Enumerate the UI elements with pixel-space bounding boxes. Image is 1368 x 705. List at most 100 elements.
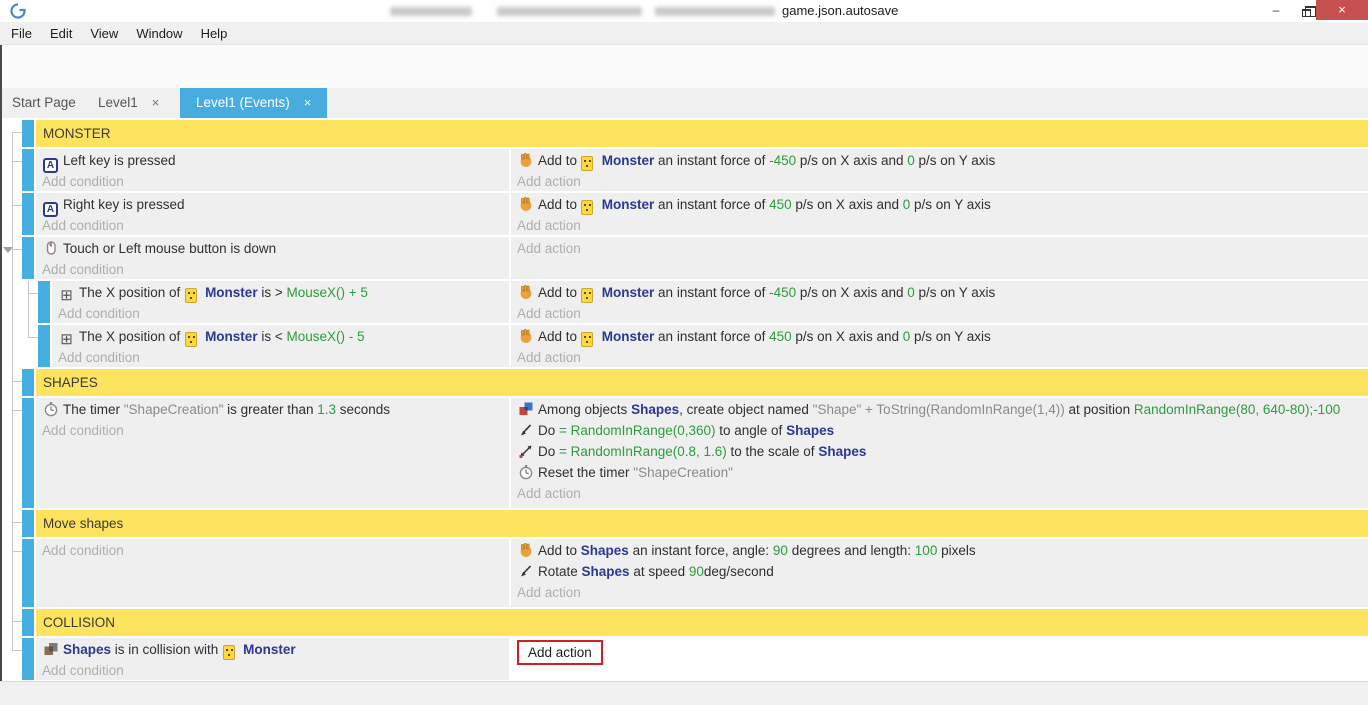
actions-cell[interactable]: Among objects Shapes, create object name… [511, 398, 1368, 508]
condition-line[interactable]: ALeft key is pressed [42, 150, 503, 171]
event-select-bar[interactable] [22, 609, 34, 636]
tab-label: Level1 [98, 95, 138, 110]
event-select-bar[interactable] [22, 369, 34, 396]
add-condition-placeholder[interactable]: Add condition [42, 420, 503, 441]
conditions-cell[interactable]: Shapes is in collision with MonsterAdd c… [36, 638, 509, 680]
add-action-placeholder[interactable]: Add action [517, 483, 1362, 504]
add-action-placeholder[interactable]: Add action [517, 171, 1362, 191]
text-segment: an instant force of [654, 329, 769, 344]
event-select-bar[interactable] [22, 193, 34, 235]
create-object-icon [517, 401, 534, 417]
object-name: Monster [602, 285, 655, 300]
event-select-bar[interactable] [22, 638, 34, 680]
text-segment: Touch or Left mouse button is down [63, 241, 276, 256]
action-line[interactable]: Do = RandomInRange(0.8, 1.6) to the scal… [517, 441, 1362, 462]
object-name: Monster [602, 197, 655, 212]
add-action-placeholder[interactable]: Add action [517, 238, 1362, 259]
conditions-cell[interactable]: ⊞The X position of Monster is > MouseX()… [52, 281, 509, 323]
condition-line[interactable]: ⊞The X position of Monster is < MouseX()… [58, 326, 503, 347]
add-condition-placeholder[interactable]: Add condition [42, 215, 503, 235]
object-name: Shapes [818, 444, 866, 459]
gdevelop-window: game.json.autosave – × FileEditViewWindo… [0, 0, 1368, 705]
action-line[interactable]: Add to Monster an instant force of 450 p… [517, 326, 1362, 347]
event-group-header[interactable]: Move shapes [36, 510, 1368, 537]
condition-line[interactable]: Shapes is in collision with Monster [42, 639, 503, 660]
event-select-bar[interactable] [22, 398, 34, 508]
object-name: Monster [243, 642, 296, 657]
condition-line[interactable]: The timer "ShapeCreation" is greater tha… [42, 399, 503, 420]
add-condition-placeholder[interactable]: Add condition [58, 303, 503, 323]
action-line[interactable]: Add to Monster an instant force of -450 … [517, 150, 1362, 171]
add-action-placeholder[interactable]: Add action [517, 582, 1362, 603]
tab-close-icon[interactable]: × [304, 95, 312, 110]
monster-icon [581, 329, 598, 345]
menu-help[interactable]: Help [192, 22, 237, 45]
conditions-cell[interactable]: Touch or Left mouse button is down Add co… [36, 237, 509, 279]
text-segment: RandomInRange(80, 640-80);-100 [1134, 402, 1340, 417]
close-button[interactable]: × [1316, 0, 1368, 20]
event-select-bar[interactable] [22, 149, 34, 191]
add-condition-placeholder[interactable]: Add condition [42, 540, 503, 561]
conditions-cell[interactable]: Add condition [36, 539, 509, 607]
conditions-cell[interactable]: ARight key is pressedAdd condition [36, 193, 509, 235]
add-condition-placeholder[interactable]: Add condition [58, 347, 503, 367]
conditions-cell[interactable]: ALeft key is pressedAdd condition [36, 149, 509, 191]
menu-edit[interactable]: Edit [41, 22, 81, 45]
actions-cell[interactable]: Add to Monster an instant force of -450 … [511, 149, 1368, 191]
add-action-placeholder[interactable]: Add action [517, 640, 603, 665]
actions-cell[interactable]: Add to Shapes an instant force, angle: 9… [511, 539, 1368, 607]
action-line[interactable]: Among objects Shapes, create object name… [517, 399, 1362, 420]
tab-level1[interactable]: Level1 × [98, 88, 159, 118]
object-name: Shapes [63, 642, 111, 657]
position-icon: ⊞ [58, 285, 75, 301]
add-condition-placeholder[interactable]: Add condition [42, 259, 503, 279]
text-segment: is > [258, 285, 287, 300]
actions-cell[interactable]: Add to Monster an instant force of -450 … [511, 281, 1368, 323]
toolbar [0, 45, 1368, 88]
event-select-bar[interactable] [38, 325, 50, 367]
gdevelop-logo-icon [10, 3, 26, 19]
action-line[interactable]: Do = RandomInRange(0,360) to angle of Sh… [517, 420, 1362, 441]
event-group-header[interactable]: MONSTER [36, 120, 1368, 147]
condition-line[interactable]: ⊞The X position of Monster is > MouseX()… [58, 282, 503, 303]
object-name: Monster [602, 329, 655, 344]
minimize-button[interactable]: – [1262, 0, 1290, 20]
text-segment: Do [538, 423, 559, 438]
add-condition-placeholder[interactable]: Add condition [42, 660, 503, 680]
menu-view[interactable]: View [81, 22, 127, 45]
text-segment: Among objects [538, 402, 631, 417]
actions-cell[interactable]: Add action [511, 638, 1368, 680]
text-segment: at position [1065, 402, 1134, 417]
action-line[interactable]: Reset the timer "ShapeCreation" [517, 462, 1362, 483]
event-group-header[interactable]: SHAPES [36, 369, 1368, 396]
text-segment: Rotate [538, 564, 582, 579]
menu-window[interactable]: Window [127, 22, 191, 45]
add-action-placeholder[interactable]: Add action [517, 303, 1362, 323]
text-segment: "Shape" + ToString(RandomInRange(1,4)) [813, 402, 1065, 417]
event-select-bar[interactable] [38, 281, 50, 323]
event-group-header[interactable]: COLLISION [36, 609, 1368, 636]
actions-cell[interactable]: Add to Monster an instant force of 450 p… [511, 193, 1368, 235]
event-select-bar[interactable] [22, 237, 34, 279]
actions-cell[interactable]: Add action [511, 237, 1368, 279]
action-line[interactable]: Add to Shapes an instant force, angle: 9… [517, 540, 1362, 561]
menu-file[interactable]: File [2, 22, 41, 45]
event-select-bar[interactable] [22, 120, 34, 147]
event-select-bar[interactable] [22, 510, 34, 537]
add-action-placeholder[interactable]: Add action [517, 215, 1362, 235]
monster-icon [581, 197, 598, 213]
add-condition-placeholder[interactable]: Add condition [42, 171, 503, 191]
event-select-bar[interactable] [22, 539, 34, 607]
condition-line[interactable]: ARight key is pressed [42, 194, 503, 215]
tab-close-icon[interactable]: × [152, 95, 160, 110]
tab-start-page[interactable]: Start Page [12, 88, 76, 118]
action-line[interactable]: Add to Monster an instant force of -450 … [517, 282, 1362, 303]
conditions-cell[interactable]: ⊞The X position of Monster is < MouseX()… [52, 325, 509, 367]
condition-line[interactable]: Touch or Left mouse button is down [42, 238, 503, 259]
action-line[interactable]: Add to Monster an instant force of 450 p… [517, 194, 1362, 215]
tab-level1-events-[interactable]: Level1 (Events)× [180, 88, 327, 118]
action-line[interactable]: Rotate Shapes at speed 90deg/second [517, 561, 1362, 582]
conditions-cell[interactable]: The timer "ShapeCreation" is greater tha… [36, 398, 509, 508]
add-action-placeholder[interactable]: Add action [517, 347, 1362, 367]
actions-cell[interactable]: Add to Monster an instant force of 450 p… [511, 325, 1368, 367]
